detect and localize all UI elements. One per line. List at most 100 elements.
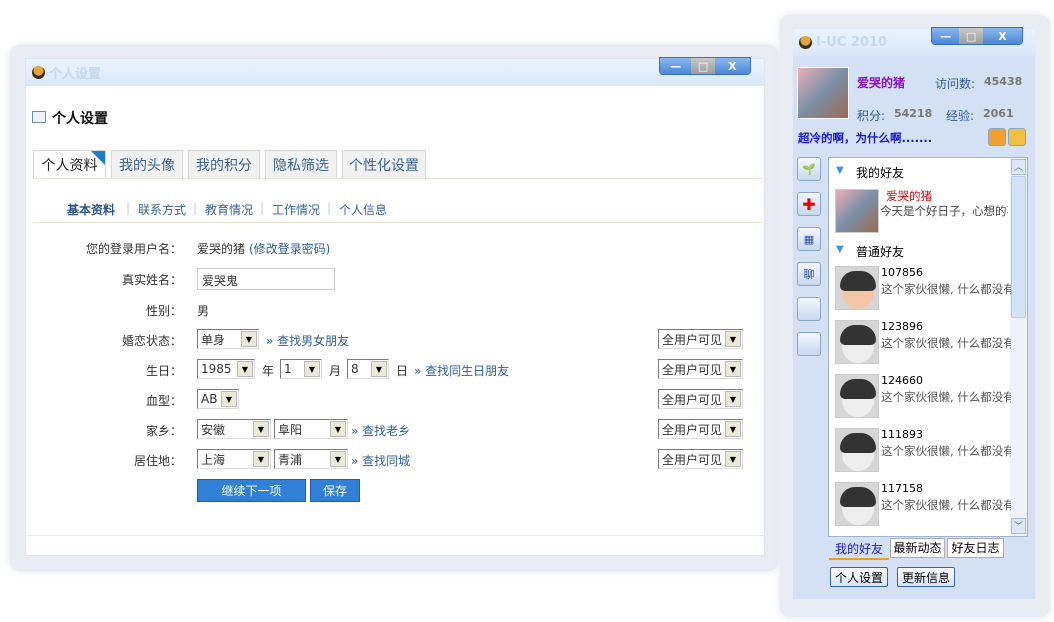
tab-latest-news[interactable]: 最新动态 [890, 538, 945, 558]
expand-triangle-icon[interactable]: ▼ [836, 244, 844, 255]
friend-item[interactable]: 123896 这个家伙很懒, 什么都没有留下 [835, 320, 1011, 372]
group-normal-friends[interactable]: 普通好友 [856, 243, 904, 260]
dropdown-arrow-icon: ▼ [330, 451, 346, 467]
friend-signature: 这个家伙很懒, 什么都没有留下 [881, 390, 1011, 404]
birthday-label: 生日： [145, 364, 182, 378]
minimize-button[interactable]: — [932, 28, 960, 44]
friend-avatar [835, 320, 879, 364]
tab-label: 隐私筛选 [273, 157, 329, 174]
friend-id: 124660 [881, 374, 923, 387]
subnav-personal-info[interactable]: 个人信息 [339, 201, 387, 218]
empty-slot-button[interactable] [797, 332, 821, 356]
blood-select[interactable]: AB ▼ [197, 389, 239, 409]
personal-settings-button[interactable]: 个人设置 [830, 567, 888, 587]
friend-signature: 这个家伙很懒, 什么都没有留下 [881, 282, 1011, 296]
exp-label: 经验: [946, 109, 975, 123]
tab-label: 我的积分 [196, 157, 252, 174]
friend-signature: 这个家伙很懒, 什么都没有留下 [881, 336, 1011, 350]
residence-city-select[interactable]: 青浦 ▼ [274, 449, 348, 469]
hometown-province-select[interactable]: 安徽 ▼ [197, 419, 271, 439]
visibility-select-residence[interactable]: 全用户可见 ▼ [658, 449, 743, 469]
scroll-thumb[interactable] [1011, 176, 1026, 318]
realname-input[interactable]: 爱哭鬼 [197, 268, 335, 290]
tab-points[interactable]: 我的积分 [188, 150, 260, 178]
tab-my-friends[interactable]: 我的好友 [829, 538, 889, 560]
visibility-select-blood[interactable]: 全用户可见 ▼ [658, 389, 743, 409]
residence-province-select[interactable]: 上海 ▼ [197, 449, 271, 469]
visits-label: 访问数: [935, 77, 976, 91]
subnav-basic[interactable]: 基本资料 [67, 201, 115, 218]
update-info-button[interactable]: 更新信息 [897, 567, 955, 587]
friend-item[interactable]: 124660 这个家伙很懒, 什么都没有留下 [835, 374, 1011, 426]
scroll-up-icon[interactable]: ︿ [1011, 159, 1026, 175]
save-button[interactable]: 保存 [310, 479, 360, 502]
title-bar[interactable]: 个人设置 [26, 59, 764, 86]
friend-id: 123896 [881, 320, 923, 333]
minimize-button[interactable]: — [660, 58, 692, 74]
friend-item[interactable]: 111893 这个家伙很懒, 什么都没有留下 [835, 428, 1011, 480]
subnav-work[interactable]: 工作情况 [272, 201, 320, 218]
birth-day-select[interactable]: 8 ▼ [347, 359, 389, 379]
dropdown-arrow-icon: ▼ [371, 361, 387, 377]
visibility-select-hometown[interactable]: 全用户可见 ▼ [658, 419, 743, 439]
mood-icon[interactable] [988, 128, 1006, 146]
close-button[interactable]: X [714, 58, 750, 74]
active-corner-icon [91, 151, 105, 165]
badge-icon[interactable]: ▦ [797, 227, 821, 251]
tab-privacy[interactable]: 隐私筛选 [265, 150, 337, 178]
selected-value: 全用户可见 [662, 422, 723, 437]
friend-item[interactable]: 107856 这个家伙很懒, 什么都没有留下 [835, 266, 1011, 318]
subnav-contact[interactable]: 联系方式 [138, 201, 186, 218]
hometown-city-select[interactable]: 阜阳 ▼ [274, 419, 348, 439]
dropdown-arrow-icon: ▼ [725, 361, 741, 377]
visibility-select-birthday[interactable]: 全用户可见 ▼ [658, 359, 743, 379]
marital-label: 婚恋状态： [121, 334, 182, 348]
friend-avatar [835, 374, 879, 418]
tab-profile[interactable]: 个人资料 [33, 150, 106, 179]
day-unit: 日 [396, 364, 409, 378]
find-townsman-link[interactable]: » 查找老乡 [351, 422, 410, 439]
tab-personalize[interactable]: 个性化设置 [342, 150, 426, 178]
tab-avatar[interactable]: 我的头像 [111, 150, 183, 178]
subnav-education[interactable]: 教育情况 [205, 201, 253, 218]
maximize-button[interactable]: □ [959, 28, 983, 44]
next-button[interactable]: 继续下一项 [197, 479, 306, 502]
status-message[interactable]: 超冷的啊，为什么啊....... [798, 130, 932, 146]
find-same-city-link[interactable]: » 查找同城 [351, 452, 410, 469]
subnav-divider [33, 222, 763, 223]
change-password-link[interactable]: (修改登录密码) [249, 240, 330, 257]
scrollbar[interactable]: ︿ ﹀ [1010, 158, 1027, 536]
expand-triangle-icon[interactable]: ▼ [836, 165, 844, 176]
selected-value: 8 [351, 362, 359, 376]
month-unit: 月 [329, 364, 342, 378]
group-my-friends[interactable]: 我的好友 [856, 164, 904, 181]
friend-item[interactable]: 117158 这个家伙很懒, 什么都没有留下 [835, 482, 1011, 534]
find-same-birthday-link[interactable]: » 查找同生日朋友 [414, 362, 509, 379]
dropdown-arrow-icon: ▼ [253, 421, 269, 437]
chat-button[interactable]: 聊 [797, 262, 821, 286]
birth-year-select[interactable]: 1985 ▼ [197, 359, 255, 379]
close-button[interactable]: X [982, 28, 1022, 44]
separator: | [126, 201, 131, 215]
marital-select[interactable]: 单身 ▼ [197, 329, 259, 349]
points-label: 积分: [857, 109, 886, 123]
visibility-select-marital[interactable]: 全用户可见 ▼ [658, 329, 743, 349]
year-unit: 年 [262, 364, 275, 378]
plant-icon[interactable]: 🌱 [797, 157, 821, 181]
skin-icon[interactable] [1008, 128, 1026, 146]
residence-label: 居住地： [133, 454, 182, 468]
medical-cross-icon[interactable]: ✚ [797, 192, 821, 216]
username-label: 您的登录用户名： [85, 242, 182, 256]
scroll-down-icon[interactable]: ﹀ [1011, 518, 1026, 534]
realname-label: 真实姓名： [121, 273, 182, 287]
dropdown-arrow-icon: ▼ [725, 331, 741, 347]
user-avatar[interactable] [797, 67, 849, 119]
find-partner-link[interactable]: » 查找男女朋友 [266, 332, 349, 349]
gender-label: 性别： [145, 304, 182, 318]
tab-friend-blogs[interactable]: 好友日志 [947, 538, 1004, 558]
dropdown-arrow-icon: ▼ [725, 391, 741, 407]
birth-month-select[interactable]: 1 ▼ [280, 359, 322, 379]
empty-slot-button[interactable] [797, 297, 821, 321]
separator: | [193, 201, 198, 215]
maximize-button[interactable]: □ [691, 58, 715, 74]
